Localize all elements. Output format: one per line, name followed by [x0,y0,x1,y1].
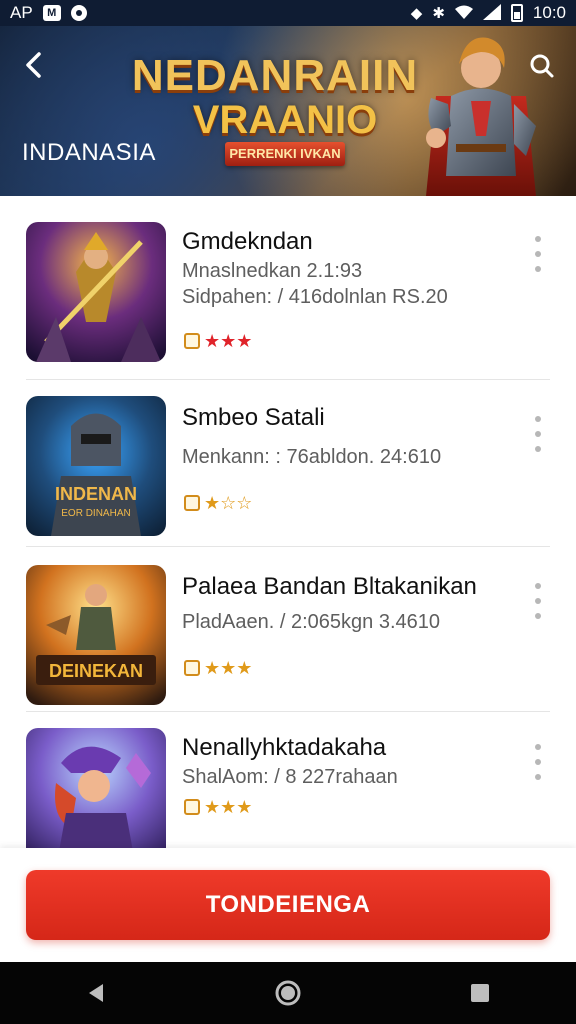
back-arrow-icon[interactable] [16,48,50,82]
game-thumbnail: INDENAN EOR DINAHAN [26,396,166,536]
media-notification-icon: M [42,5,61,21]
game-title: Smbeo Satali [182,404,325,431]
game-meta-line-1: Mnaslnedkan 2.1:93 [182,260,363,282]
wifi-icon [454,5,473,22]
game-title: Nenallyhktadakaha [182,734,387,761]
rating-stars: ★★★ [204,797,253,817]
bottom-action-area: TONDEIENGA [0,848,576,962]
game-title: Palaea Bandan Bltakanikan [182,573,477,600]
game-thumbnail-art: DEINEKAN [26,565,166,705]
notification-icon: ◆ [410,4,423,22]
nav-back-icon[interactable] [76,973,116,1013]
hero-banner: NEDANRAIIN VRAANIO PERRENKI IVKAN INDANA… [0,26,576,196]
list-item[interactable]: Gmdekndan Mnaslnedkan 2.1:93 Sidpahen: /… [0,196,576,362]
hero-subtitle: VRAANIO [192,98,378,142]
game-thumbnail: DEINEKAN [26,565,166,705]
game-meta-line-2: Sidpahen: / 416dolnlan RS.20 [182,286,448,308]
primary-action-button[interactable]: TONDEIENGA [26,870,550,940]
thumb-caption: DEINEKAN [49,661,143,681]
game-rating: ★★★ [184,798,252,816]
game-rating: ★★★ [184,332,252,350]
region-label: INDANASIA [22,139,156,166]
game-meta-line-1: ShalAom: / 8 227rahaan [182,766,398,788]
rating-stars: ★☆☆ [204,493,253,513]
status-app-label: AP [10,3,33,22]
hero-title: NEDANRAIIN [131,51,419,100]
game-rating: ★★★ [184,659,252,677]
status-right: ◆ ✱ 10:0 [411,3,566,23]
list-item[interactable]: Nenallyhktadakaha ShalAom: / 8 227rahaan… [0,712,576,848]
game-thumbnail [26,222,166,362]
media-badge-text: M [47,7,57,19]
record-notification-icon [70,5,87,21]
game-thumbnail-art [26,728,166,848]
game-list: Gmdekndan Mnaslnedkan 2.1:93 Sidpahen: /… [0,196,576,848]
game-title: Gmdekndan [182,228,313,255]
more-options-icon[interactable] [528,583,548,619]
system-nav-bar [0,962,576,1024]
game-meta-line-1: Menkann: : 76abldon. 24:610 [182,446,442,468]
game-rating: ★☆☆ [184,494,252,512]
game-thumbnail-art [26,222,166,362]
more-options-icon[interactable] [528,744,548,780]
game-thumbnail [26,728,166,848]
nav-home-icon[interactable] [268,973,308,1013]
hero-ribbon: PERRENKI IVKAN [225,142,345,166]
rating-stars: ★★★ [204,658,253,678]
search-icon[interactable] [526,50,558,82]
game-thumbnail-art: INDENAN EOR DINAHAN [26,396,166,536]
status-time: 10:0 [532,3,566,22]
rating-badge-icon [184,333,200,349]
game-meta-line-1: PladAaen. / 2:065kgn 3.4610 [182,611,440,633]
nav-recents-icon[interactable] [460,973,500,1013]
thumb-caption-top: INDENAN [55,484,137,504]
list-item[interactable]: DEINEKAN Palaea Bandan Bltakanikan PladA… [0,547,576,713]
status-bar: AP M ◆ ✱ 10:0 [0,0,576,26]
rating-stars: ★★★ [204,331,253,351]
signal-icon [482,3,501,23]
rating-badge-icon [184,495,200,511]
rating-badge-icon [184,799,200,815]
battery-icon [510,4,523,22]
thumb-caption-bottom: EOR DINAHAN [61,508,130,519]
list-item[interactable]: INDENAN EOR DINAHAN Smbeo Satali Menkann… [0,380,576,546]
rating-badge-icon [184,660,200,676]
more-options-icon[interactable] [528,416,548,452]
bluetooth-icon: ✱ [432,4,445,22]
more-options-icon[interactable] [528,236,548,272]
status-left: AP M [10,3,87,23]
